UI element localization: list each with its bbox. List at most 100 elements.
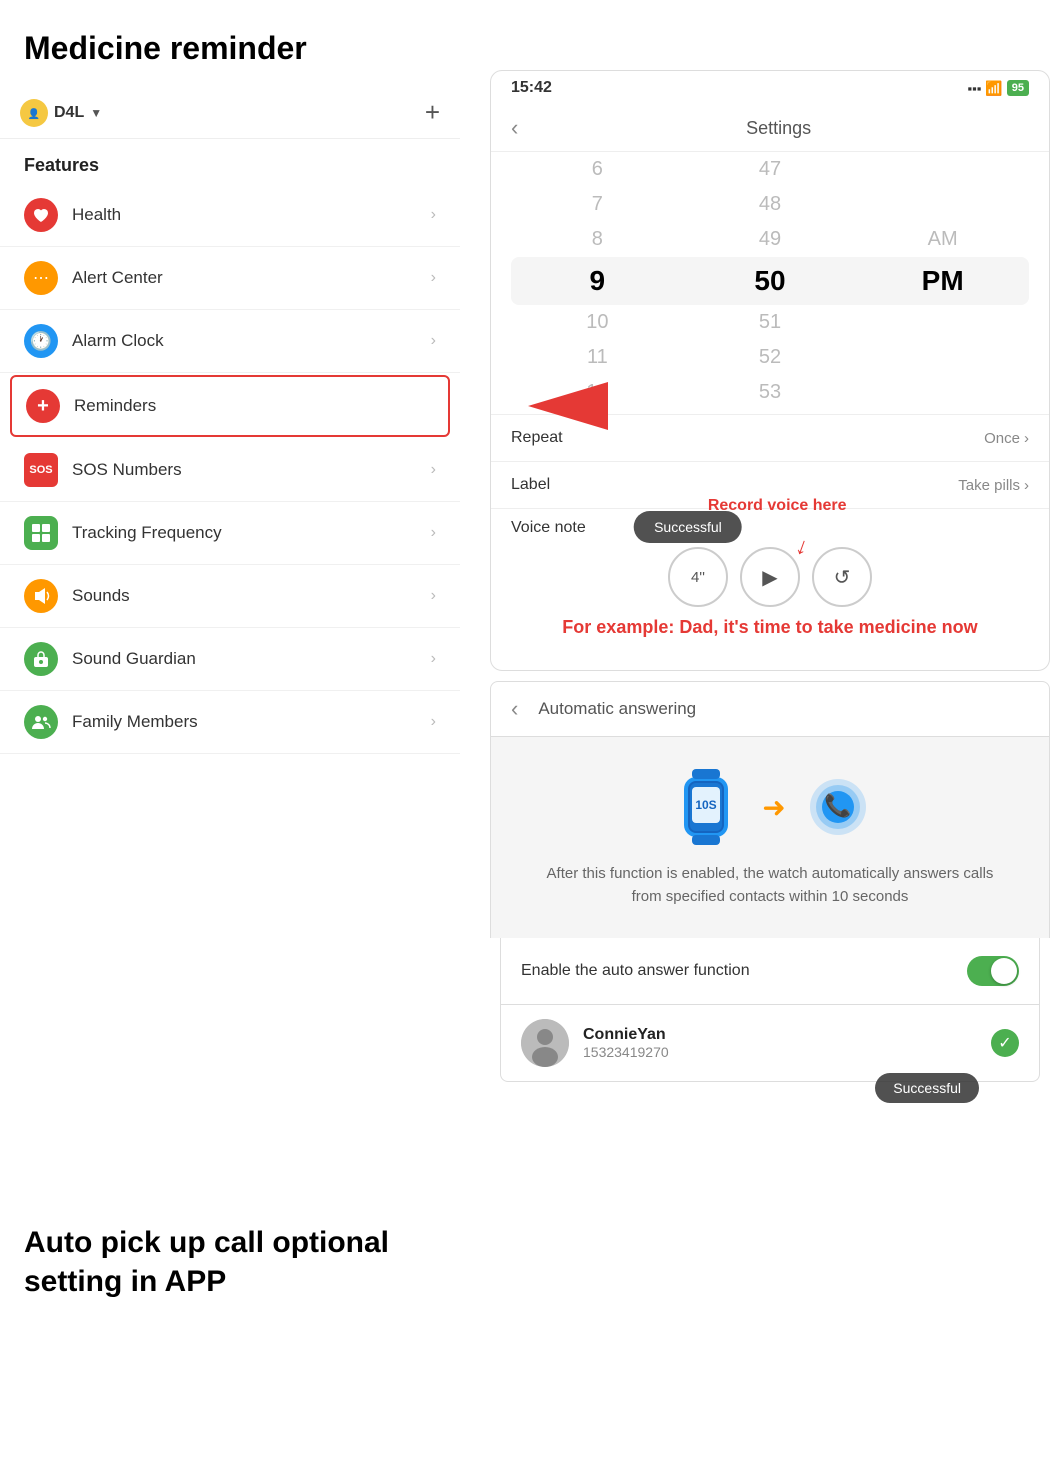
health-label: Health	[72, 205, 431, 225]
sidebar-item-reminders[interactable]: + Reminders	[10, 375, 450, 437]
dropdown-icon[interactable]: ▼	[90, 106, 102, 120]
svg-text:👤: 👤	[28, 107, 40, 120]
tracking-icon	[24, 516, 58, 550]
family-chevron: ›	[431, 713, 436, 731]
auto-back-button[interactable]: ‹	[511, 696, 518, 722]
alert-chevron: ›	[431, 269, 436, 287]
repeat-label: Repeat	[511, 429, 563, 447]
contact-avatar	[521, 1019, 569, 1067]
contact-name: ConnieYan	[583, 1026, 991, 1044]
bottom-phone-screen: ‹ Automatic answering 10S	[490, 681, 1050, 1082]
auto-answering-title: Automatic answering	[538, 699, 696, 719]
sos-label: SOS Numbers	[72, 460, 431, 480]
voice-note-controls: Successful 4'' ▶ ↺	[511, 547, 1029, 607]
enable-label: Enable the auto answer function	[521, 962, 750, 980]
repeat-value: Once ›	[984, 430, 1029, 447]
status-bar: 15:42 ▪▪▪ 📶 95	[491, 71, 1049, 105]
sos-icon: SOS	[24, 453, 58, 487]
successful-toast: Successful	[634, 511, 742, 543]
alert-icon: ⋯	[24, 261, 58, 295]
signal-icon: ▪▪▪	[967, 81, 981, 96]
arrow-icon: ➜	[762, 791, 785, 824]
alarm-chevron: ›	[431, 332, 436, 350]
duration-badge: 4''	[668, 547, 728, 607]
screen-header: ‹ Settings	[491, 105, 1049, 152]
page-title: Medicine reminder	[0, 20, 460, 87]
features-label: Features	[0, 139, 460, 184]
sounds-chevron: ›	[431, 587, 436, 605]
menu-list: Health › ⋯ Alert Center › 🕐 Alarm Clock …	[0, 184, 460, 754]
watch-description: After this function is enabled, the watc…	[511, 863, 1029, 908]
right-panel: 15:42 ▪▪▪ 📶 95 ‹ Settings 647 748 849AM	[480, 0, 1060, 1481]
app-name-text: D4L	[54, 104, 84, 122]
sounds-icon	[24, 579, 58, 613]
successful-toast-bottom: Successful	[875, 1073, 979, 1103]
reminders-icon: +	[26, 389, 60, 423]
battery-badge: 95	[1007, 80, 1029, 96]
toggle-knob	[991, 958, 1017, 984]
wifi-icon: 📶	[985, 80, 1002, 97]
contact-phone: 15323419270	[583, 1044, 991, 1060]
tracking-chevron: ›	[431, 524, 436, 542]
status-icons: ▪▪▪ 📶 95	[967, 80, 1029, 97]
sidebar-item-sound-guardian[interactable]: Sound Guardian ›	[0, 628, 460, 691]
example-text: For example: Dad, it's time to take medi…	[511, 607, 1029, 654]
health-icon	[24, 198, 58, 232]
time-picker[interactable]: 647 748 849AM 950PM 1051 1152 1253	[491, 152, 1049, 410]
alarm-icon: 🕐	[24, 324, 58, 358]
voice-note-area: Voice note Record voice here ↓ Successfu…	[491, 508, 1049, 670]
label-value: Take pills ›	[958, 477, 1029, 494]
sidebar-item-sounds[interactable]: Sounds ›	[0, 565, 460, 628]
back-button[interactable]: ‹	[511, 115, 518, 141]
app-icon: 👤	[20, 99, 48, 127]
app-name-label[interactable]: 👤 D4L ▼	[20, 99, 102, 127]
contact-info: ConnieYan 15323419270	[583, 1026, 991, 1060]
sidebar-item-health[interactable]: Health ›	[0, 184, 460, 247]
sidebar-item-alarm-clock[interactable]: 🕐 Alarm Clock ›	[0, 310, 460, 373]
time-row-5: 1051	[511, 305, 1029, 340]
watch-area: 10S ➜ 📞 After this function is enabled, …	[490, 737, 1050, 938]
time-row-2: 748	[511, 187, 1029, 222]
health-chevron: ›	[431, 206, 436, 224]
family-label: Family Members	[72, 712, 431, 732]
left-panel: Medicine reminder 👤 D4L ▼ + Features Hea…	[0, 0, 460, 1481]
repeat-chevron: ›	[1024, 430, 1029, 447]
alert-center-label: Alert Center	[72, 268, 431, 288]
add-button[interactable]: +	[425, 97, 440, 128]
time-row-3: 849AM	[511, 222, 1029, 257]
guardian-chevron: ›	[431, 650, 436, 668]
auto-answer-row: Enable the auto answer function	[500, 938, 1040, 1005]
tracking-label: Tracking Frequency	[72, 523, 431, 543]
contact-row[interactable]: ConnieYan 15323419270 ✓ Successful	[500, 1005, 1040, 1082]
alarm-clock-label: Alarm Clock	[72, 331, 431, 351]
watch-icons-row: 10S ➜ 📞	[666, 767, 873, 847]
bottom-description: Auto pick up call optional setting in AP…	[24, 1223, 404, 1301]
sidebar-item-alert-center[interactable]: ⋯ Alert Center ›	[0, 247, 460, 310]
family-icon	[24, 705, 58, 739]
sidebar-item-family[interactable]: Family Members ›	[0, 691, 460, 754]
label-chevron: ›	[1024, 477, 1029, 494]
label-label: Label	[511, 476, 550, 494]
top-bar: 👤 D4L ▼ +	[0, 87, 460, 139]
time-display: 15:42	[511, 79, 552, 97]
guardian-label: Sound Guardian	[72, 649, 431, 669]
guardian-icon	[24, 642, 58, 676]
time-row-6: 1152	[511, 340, 1029, 375]
top-phone-screen: 15:42 ▪▪▪ 📶 95 ‹ Settings 647 748 849AM	[490, 70, 1050, 671]
contact-check-icon: ✓	[991, 1029, 1019, 1057]
auto-answer-toggle[interactable]	[967, 956, 1019, 986]
watch-svg: 10S	[666, 767, 746, 847]
reminders-label: Reminders	[74, 396, 434, 416]
sidebar-item-tracking[interactable]: Tracking Frequency ›	[0, 502, 460, 565]
sounds-label: Sounds	[72, 586, 431, 606]
play-button[interactable]: ▶	[740, 547, 800, 607]
red-arrow	[528, 382, 608, 430]
time-row-1: 647	[511, 152, 1029, 187]
phone-ring-svg: 📞	[802, 771, 874, 843]
voice-note-label: Voice note	[511, 519, 1029, 537]
replay-button[interactable]: ↺	[812, 547, 872, 607]
svg-text:10S: 10S	[696, 798, 717, 812]
settings-section: Repeat Once › Label Take pills › Voice n…	[491, 414, 1049, 670]
auto-answering-header: ‹ Automatic answering	[490, 681, 1050, 737]
sidebar-item-sos[interactable]: SOS SOS Numbers ›	[0, 439, 460, 502]
